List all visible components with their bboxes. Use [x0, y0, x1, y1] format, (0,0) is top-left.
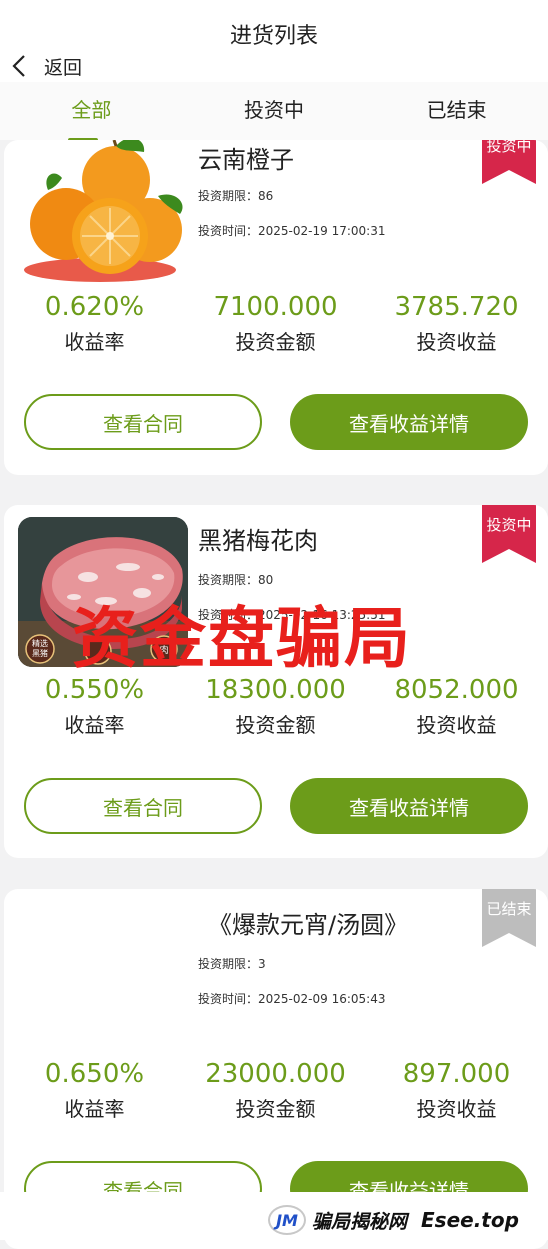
site-logo: JM 骗局揭秘网 Esee.top: [268, 1205, 519, 1235]
investment-time: 投资时间：2025-02-19 17:00:31: [198, 224, 386, 238]
investment-time: 投资时间：2025-02-09 16:05:43: [198, 992, 386, 1006]
amount-stat: 18300.000 投资金额: [205, 675, 346, 737]
stats-row: 0.550% 收益率 18300.000 投资金额 8052.000 投资收益: [4, 673, 548, 739]
investment-period: 投资期限：3: [198, 957, 266, 971]
product-name: 《爆款元宵/汤圆》: [208, 911, 409, 939]
status-badge: 投资中: [482, 505, 536, 563]
status-badge: 已结束: [482, 889, 536, 947]
back-label: 返回: [44, 56, 83, 79]
scam-watermark: 资金盘骗局: [72, 600, 412, 677]
rate-stat: 0.620% 收益率: [44, 292, 145, 354]
page-title: 进货列表: [229, 24, 318, 49]
investment-period: 投资期限：86: [198, 189, 274, 203]
image-badge-text: 精选: [32, 638, 48, 648]
amount-stat: 23000.000 投资金额: [205, 1059, 346, 1121]
logo-mark: JM: [268, 1205, 306, 1235]
product-name: 云南橙子: [198, 146, 294, 174]
chevron-left-icon: [12, 55, 25, 77]
view-profit-details-button[interactable]: 查看收益详情: [290, 778, 528, 834]
tab-all[interactable]: 全部: [0, 82, 183, 142]
status-badge: 投资中: [482, 140, 536, 184]
profit-stat: 897.000 投资收益: [402, 1059, 511, 1121]
image-badge-text: 黑猪: [32, 648, 48, 658]
orange-fruit-icon: [24, 140, 183, 282]
product-card: 云南橙子 投资期限：86 投资时间：2025-02-19 17:00:31 投资…: [4, 140, 548, 475]
stats-row: 0.620% 收益率 7100.000 投资金额 3785.720 投资收益: [4, 290, 548, 356]
top-bar: 进货列表 返回: [0, 0, 548, 82]
view-contract-button[interactable]: 查看合同: [24, 394, 262, 450]
rate-stat: 0.550% 收益率: [44, 675, 145, 737]
profit-stat: 3785.720 投资收益: [394, 292, 519, 354]
product-card: 精选 黑猪 肉 黑猪梅花肉 投资期限：80 投资时间：2025-02-16 13…: [4, 505, 548, 858]
stats-row: 0.650% 收益率 23000.000 投资金额 897.000 投资收益: [4, 1057, 548, 1123]
logo-text: 骗局揭秘网: [312, 1210, 408, 1233]
tab-investing[interactable]: 投资中: [183, 82, 366, 140]
product-image: [18, 140, 188, 282]
profit-stat: 8052.000 投资收益: [394, 675, 519, 737]
logo-site: Esee.top: [421, 1208, 519, 1232]
filter-tabs: 全部 投资中 已结束: [0, 82, 548, 142]
amount-stat: 7100.000 投资金额: [213, 292, 338, 354]
view-contract-button[interactable]: 查看合同: [24, 778, 262, 834]
back-button[interactable]: 返回: [10, 52, 82, 80]
view-profit-details-button[interactable]: 查看收益详情: [290, 394, 528, 450]
rate-stat: 0.650% 收益率: [44, 1059, 145, 1121]
tab-ended[interactable]: 已结束: [365, 82, 548, 140]
product-name: 黑猪梅花肉: [198, 527, 318, 555]
